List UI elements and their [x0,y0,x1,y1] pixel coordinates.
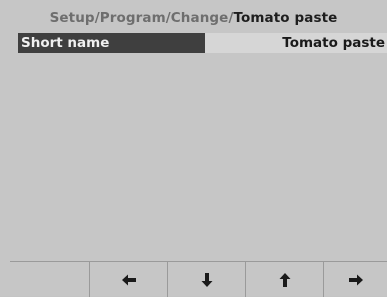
short-name-value[interactable]: Tomato paste [205,33,387,53]
breadcrumb: Setup/Program/Change/Tomato paste [0,10,387,26]
softkey-blank[interactable] [10,262,89,297]
breadcrumb-program: Program [99,10,166,26]
short-name-row[interactable]: Short name Tomato paste [18,33,387,53]
arrow-right-icon [348,274,363,285]
softkey-right[interactable] [323,262,387,297]
breadcrumb-setup: Setup [49,10,95,26]
arrow-up-icon [279,272,290,287]
softkey-bar [10,261,387,297]
short-name-label: Short name [18,33,205,53]
arrow-left-icon [121,274,136,285]
softkey-up[interactable] [245,262,323,297]
breadcrumb-change: Change [170,10,229,26]
device-screen: Setup/Program/Change/Tomato paste Short … [0,0,387,297]
softkey-left[interactable] [89,262,167,297]
breadcrumb-current: Tomato paste [233,10,338,26]
arrow-down-icon [201,272,212,287]
softkey-down[interactable] [167,262,245,297]
